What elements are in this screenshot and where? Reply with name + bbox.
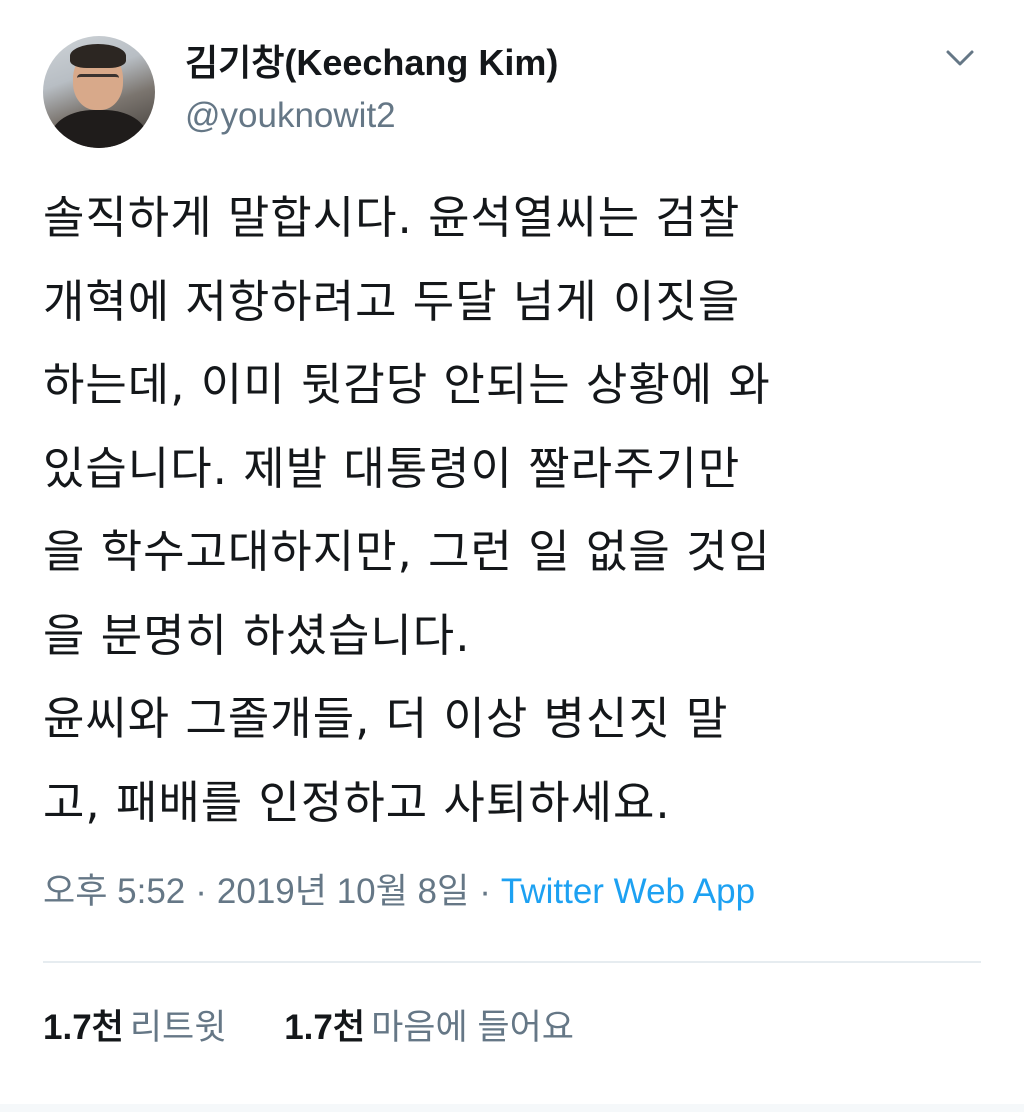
tweet-line: 고, 패배를 인정하고 사퇴하세요.	[43, 775, 671, 829]
chevron-down-icon[interactable]	[940, 42, 980, 76]
meta-separator: ·	[195, 872, 207, 911]
tweet-line: 있습니다. 제발 대통령이 짤라주기만	[43, 441, 741, 495]
tweet-line: 윤씨와 그졸개들, 더 이상 병신짓 말	[43, 692, 729, 745]
tweet-time[interactable]: 오후 5:52	[43, 872, 185, 911]
retweets-stat[interactable]: 1.7천 리트윗	[43, 1004, 226, 1052]
tweet-line: 을 분명히 하셨습니다.	[43, 608, 471, 662]
tweet-line: 을 학수고대하지만, 그런 일 없을 것임	[43, 525, 771, 578]
avatar-hair-shape	[70, 44, 126, 68]
avatar-glasses-shape	[77, 74, 119, 87]
tweet-line: 하는데, 이미 뒷감당 안되는 상황에 와	[43, 358, 771, 411]
tweet-date[interactable]: 2019년 10월 8일	[217, 872, 469, 911]
meta-separator: ·	[479, 872, 491, 911]
tweet-source-link[interactable]: Twitter Web App	[501, 872, 755, 911]
retweets-label: 리트윗	[129, 1008, 227, 1047]
avatar[interactable]	[43, 36, 155, 148]
retweets-count: 1.7천	[43, 1008, 124, 1047]
likes-label: 마음에 들어요	[371, 1008, 574, 1047]
tweet-text: 솔직하게 말합시다. 윤석열씨는 검찰 개혁에 저항하려고 두달 넘게 이짓을 …	[43, 176, 993, 844]
tweet-stats: 1.7천 리트윗 1.7천 마음에 들어요	[43, 1004, 574, 1052]
divider	[0, 1104, 1024, 1112]
author-name[interactable]: 김기창(Keechang Kim)	[185, 40, 558, 86]
divider	[43, 961, 981, 963]
tweet-line: 개혁에 저항하려고 두달 넘게 이짓을	[43, 274, 741, 328]
tweet-meta: 오후 5:52 · 2019년 10월 8일 · Twitter Web App	[43, 868, 755, 916]
tweet-line: 솔직하게 말합시다. 윤석열씨는 검찰	[43, 191, 741, 244]
author-handle[interactable]: @youknowit2	[185, 94, 396, 138]
likes-stat[interactable]: 1.7천 마음에 들어요	[284, 1004, 574, 1052]
avatar-body-shape	[51, 110, 147, 148]
likes-count: 1.7천	[284, 1008, 366, 1047]
tweet-detail: 김기창(Keechang Kim) @youknowit2 솔직하게 말합시다.…	[0, 0, 1024, 1112]
